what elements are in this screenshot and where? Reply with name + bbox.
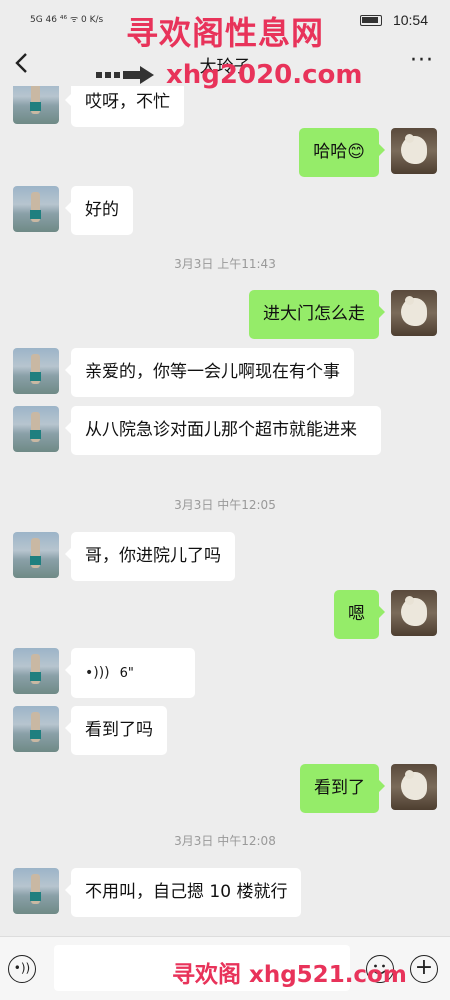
- message-bubble[interactable]: 看到了吗: [65, 706, 167, 755]
- my-avatar[interactable]: [391, 128, 437, 174]
- message-bubble[interactable]: 不用叫，自己摁 10 楼就行: [64, 868, 302, 917]
- contact-avatar[interactable]: [13, 648, 59, 694]
- message-bubble[interactable]: 嗯: [334, 590, 385, 639]
- voice-input-button[interactable]: •)): [8, 955, 36, 983]
- contact-avatar[interactable]: [13, 532, 59, 578]
- contact-avatar[interactable]: [13, 186, 59, 232]
- message-bubble[interactable]: 看到了: [300, 764, 385, 813]
- my-avatar[interactable]: [391, 590, 437, 636]
- plus-icon: +: [414, 955, 434, 980]
- my-avatar[interactable]: [391, 290, 437, 336]
- message-timestamp: 3月3日 上午11:43: [174, 257, 276, 271]
- voice-icon: •)): [13, 961, 31, 975]
- message-bubble[interactable]: 哥，你进院儿了吗: [65, 532, 235, 581]
- watermark-top: 寻欢阁性息网: [125, 14, 324, 52]
- message-timestamp: 3月3日 中午12:08: [174, 834, 276, 848]
- voice-wave-icon: •))): [85, 665, 110, 681]
- my-avatar[interactable]: [391, 764, 437, 810]
- plus-button[interactable]: +: [410, 955, 438, 983]
- arrow-icon: [96, 66, 154, 84]
- message-bubble[interactable]: 好的: [65, 186, 133, 235]
- message-bubble[interactable]: 进大门怎么走: [249, 290, 385, 339]
- message-bubble[interactable]: 从八院急诊对面儿那个超市就能进来: [65, 406, 381, 455]
- watermark-bottom: 寻欢阁 xhg521.com: [172, 962, 407, 988]
- message-bubble[interactable]: 哈哈😊: [299, 128, 385, 177]
- contact-avatar[interactable]: [13, 868, 59, 914]
- message-bubble[interactable]: 亲爱的，你等一会儿啊现在有个事: [65, 348, 354, 397]
- message-list[interactable]: 哎呀，不忙 哈哈😊 好的 3月3日 上午11:43 进大门怎么走 亲爱的，你等一…: [0, 86, 450, 936]
- contact-avatar[interactable]: [13, 706, 59, 752]
- voice-duration: 6": [119, 666, 134, 681]
- contact-avatar[interactable]: [13, 406, 59, 452]
- message-timestamp: 3月3日 中午12:05: [174, 498, 276, 512]
- voice-message-bubble[interactable]: •))) 6": [65, 648, 195, 698]
- message-bubble[interactable]: 哎呀，不忙: [65, 86, 184, 127]
- contact-avatar[interactable]: [13, 86, 59, 124]
- contact-avatar[interactable]: [13, 348, 59, 394]
- watermark-url: xhg2020.com: [166, 60, 363, 90]
